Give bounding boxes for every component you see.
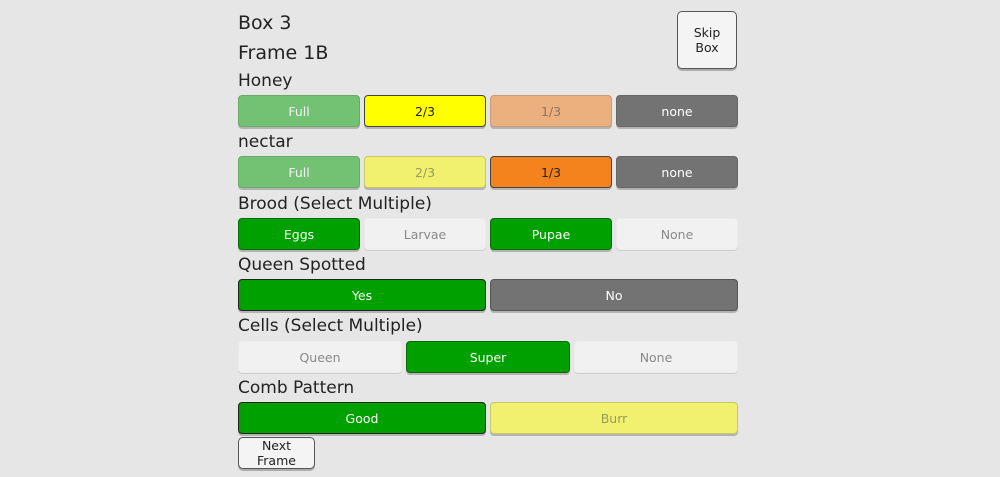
honey-one-third-button[interactable]: 1/3 [490,95,612,127]
cells-options: Queen Super None [238,341,738,373]
brood-larvae-button[interactable]: Larvae [364,218,486,250]
honey-options: Full 2/3 1/3 none [238,95,738,127]
skip-box-button[interactable]: Skip Box [677,11,737,69]
brood-eggs-button[interactable]: Eggs [238,218,360,250]
nectar-one-third-button[interactable]: 1/3 [490,156,612,188]
queen-no-button[interactable]: No [490,279,738,311]
honey-full-button[interactable]: Full [238,95,360,127]
cells-queen-button[interactable]: Queen [238,341,402,373]
queen-yes-button[interactable]: Yes [238,279,486,311]
comb-good-button[interactable]: Good [238,402,486,434]
brood-pupae-button[interactable]: Pupae [490,218,612,250]
nectar-label: nectar [238,132,293,152]
next-frame-button[interactable]: Next Frame [238,437,315,469]
nectar-options: Full 2/3 1/3 none [238,156,738,188]
cells-none-button[interactable]: None [574,341,738,373]
brood-options: Eggs Larvae Pupae None [238,218,738,250]
queen-spotted-label: Queen Spotted [238,255,366,275]
nectar-two-thirds-button[interactable]: 2/3 [364,156,486,188]
queen-spotted-options: Yes No [238,279,738,311]
box-title: Box 3 [238,12,292,34]
cells-label: Cells (Select Multiple) [238,316,423,336]
comb-pattern-label: Comb Pattern [238,378,355,398]
brood-label: Brood (Select Multiple) [238,194,432,214]
nectar-none-button[interactable]: none [616,156,738,188]
brood-none-button[interactable]: None [616,218,738,250]
honey-label: Honey [238,71,293,91]
honey-none-button[interactable]: none [616,95,738,127]
comb-pattern-options: Good Burr [238,402,738,434]
cells-super-button[interactable]: Super [406,341,570,373]
comb-burr-button[interactable]: Burr [490,402,738,434]
frame-title: Frame 1B [238,42,329,64]
nectar-full-button[interactable]: Full [238,156,360,188]
honey-two-thirds-button[interactable]: 2/3 [364,95,486,127]
